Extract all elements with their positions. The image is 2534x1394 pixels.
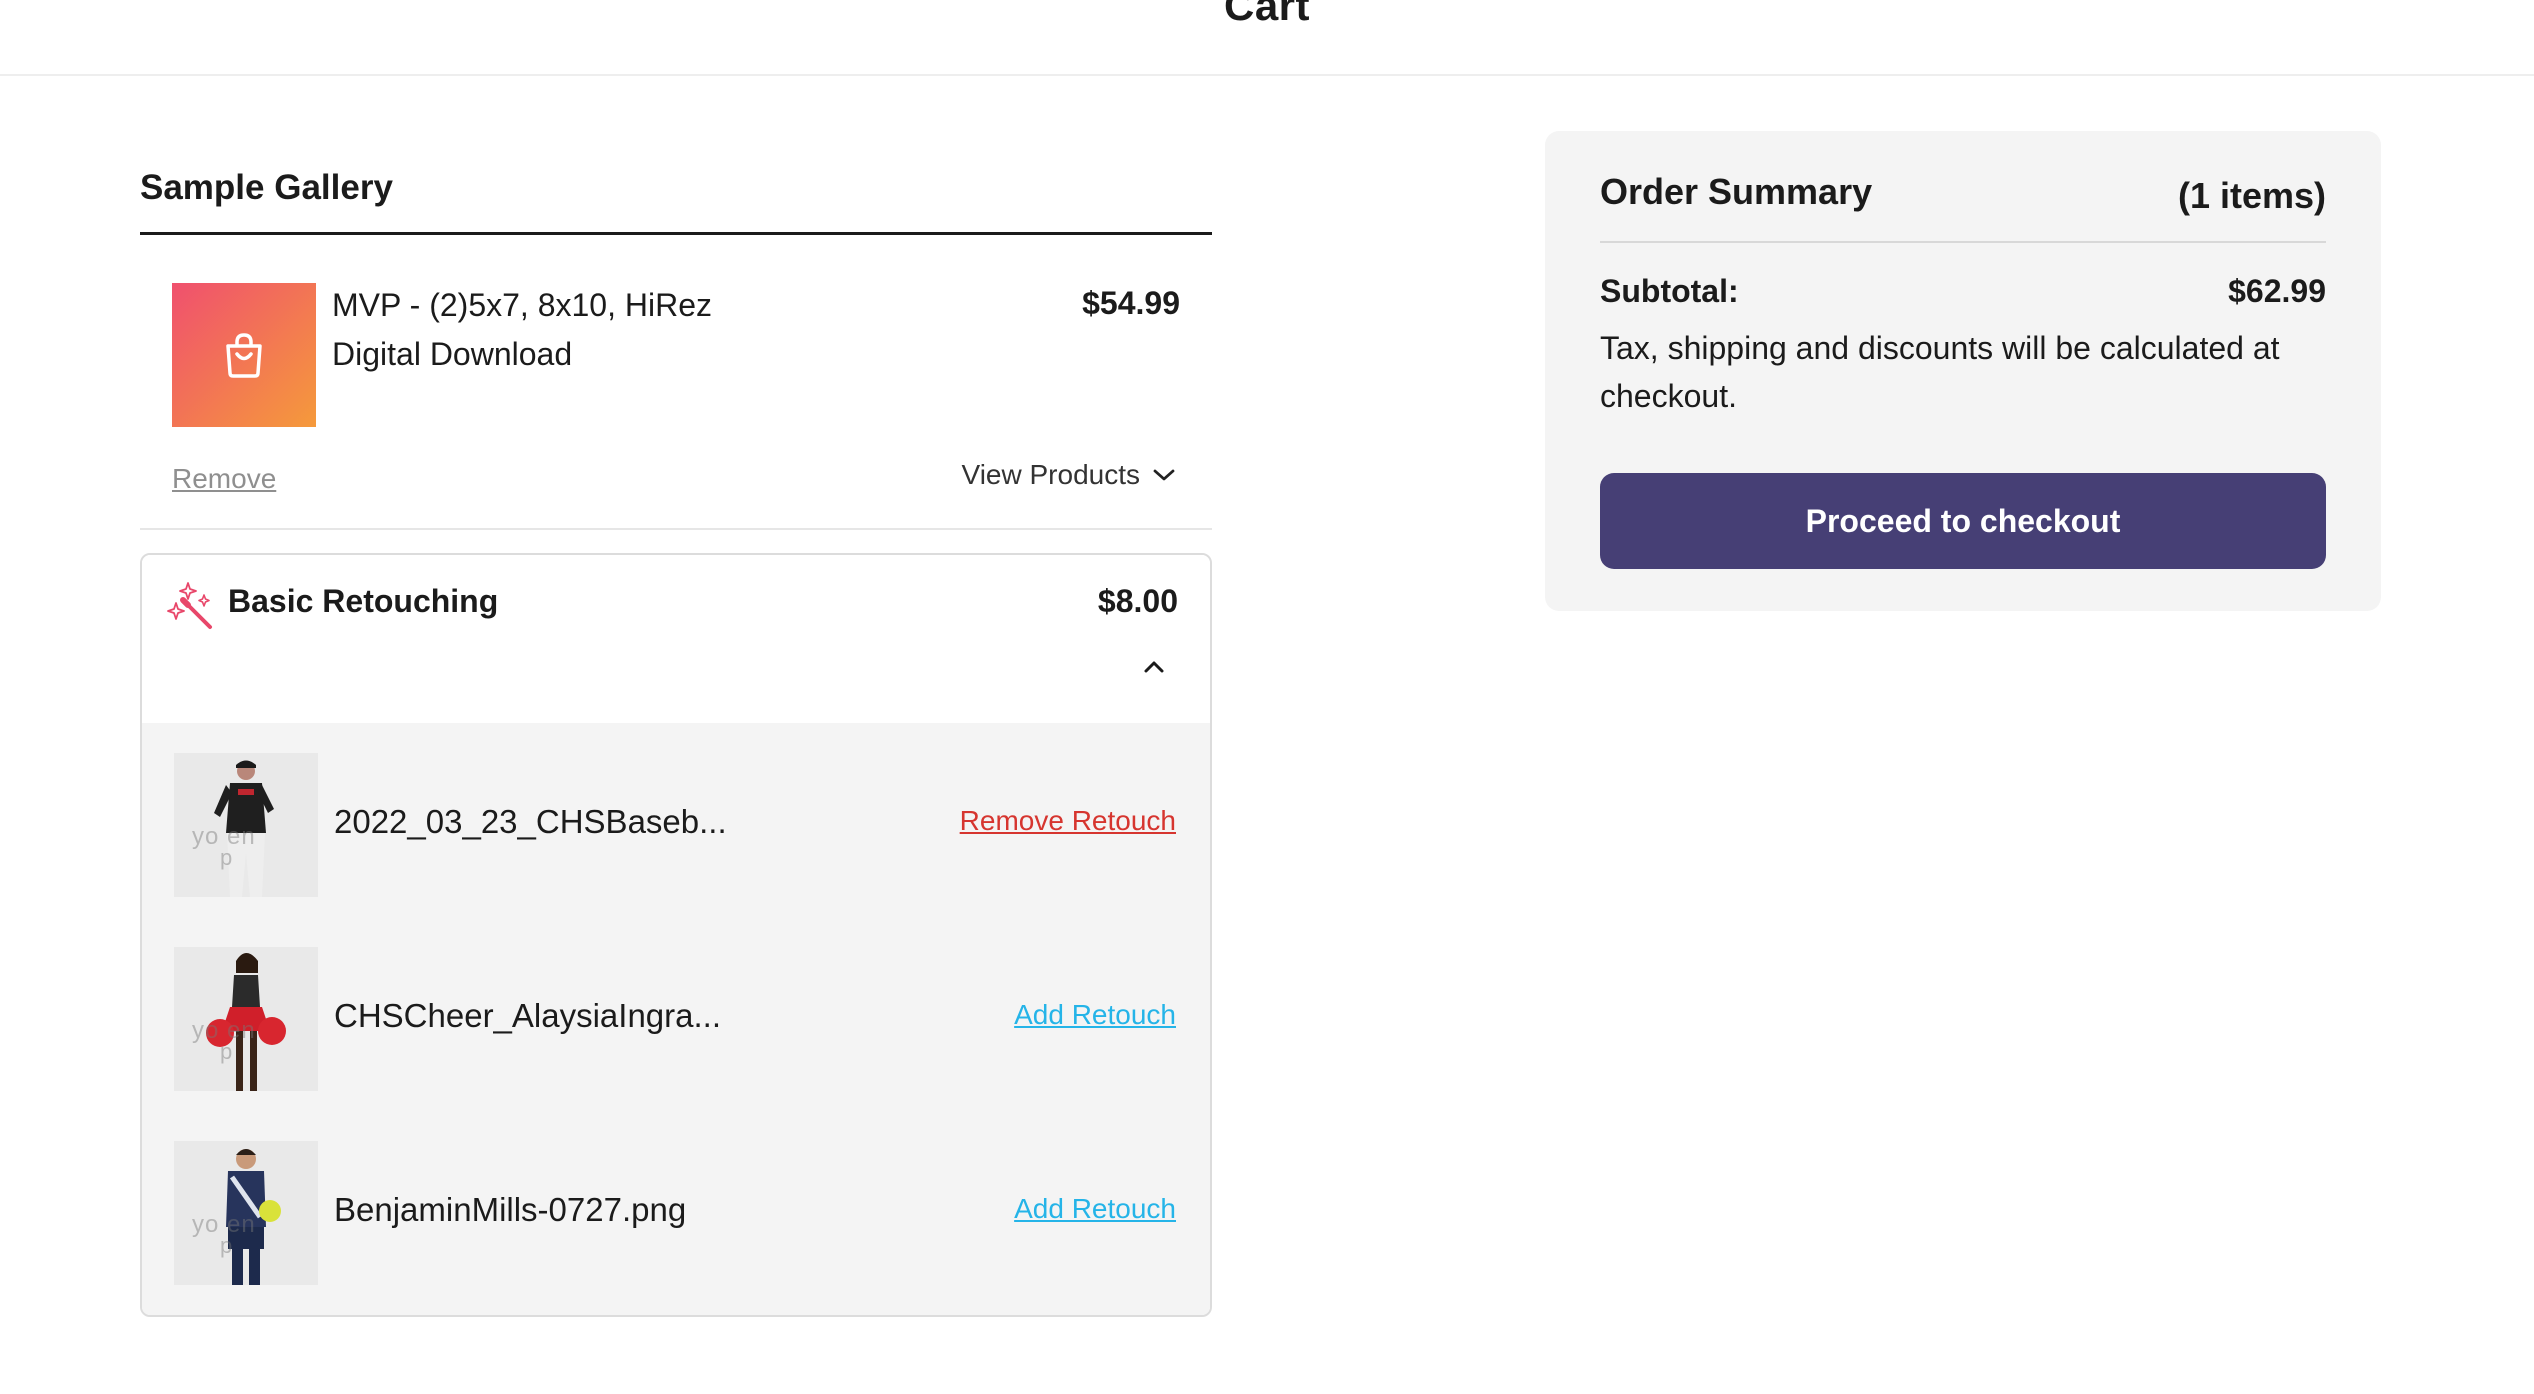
product-price: $54.99	[1082, 285, 1180, 321]
retouch-photo-list: yo en p 2022_03_23_CHSBaseb... Remove Ret…	[142, 723, 1210, 1315]
retouch-photo-row: yo en p 2022_03_23_CHSBaseb... Remove Ret…	[142, 753, 1210, 897]
photo-thumbnail: yo en p	[174, 947, 318, 1091]
order-summary-title: Order Summary	[1600, 171, 1873, 212]
photo-filename: 2022_03_23_CHSBaseb...	[334, 803, 727, 840]
product-name: MVP - (2)5x7, 8x10, HiRez Digital Downlo…	[332, 281, 932, 379]
subtotal-value: $62.99	[2228, 273, 2326, 309]
gallery-section: Sample Gallery	[140, 160, 1212, 235]
chevron-down-icon	[1153, 469, 1175, 481]
subtotal-label: Subtotal:	[1600, 273, 1739, 309]
item-count: (1 items)	[2177, 175, 2326, 216]
add-retouch-link[interactable]: Add Retouch	[1014, 999, 1176, 1031]
remove-retouch-link[interactable]: Remove Retouch	[960, 805, 1176, 837]
tax-note: Tax, shipping and discounts will be calc…	[1600, 330, 2280, 414]
summary-divider	[1600, 241, 2326, 243]
page-title: Cart	[1223, 0, 1311, 29]
retouch-photo-row: yo en p CHSCheer_AlaysiaIngra... Add Reto…	[142, 947, 1210, 1091]
magic-wand-icon	[167, 582, 212, 629]
retouching-card: Basic Retouching $8.00 yo enp 2022_03_2	[140, 553, 1212, 1317]
view-products-label: View Products	[961, 459, 1140, 490]
product-name-line1: MVP - (2)5x7, 8x10, HiRez	[332, 287, 712, 323]
retouching-title: Basic Retouching	[228, 583, 499, 619]
shopping-bag-icon	[226, 333, 262, 378]
photo-filename: CHSCheer_AlaysiaIngra...	[334, 997, 722, 1034]
cart-item: MVP - (2)5x7, 8x10, HiRez Digital Downlo…	[140, 233, 1212, 530]
photo-thumbnail: yo en p	[174, 753, 318, 897]
photo-thumbnail: yo en p	[174, 1141, 318, 1285]
photo-filename: BenjaminMills-0727.png	[334, 1191, 687, 1228]
product-thumbnail	[172, 283, 316, 427]
add-retouch-link[interactable]: Add Retouch	[1014, 1193, 1176, 1225]
product-name-line2: Digital Download	[332, 336, 573, 372]
retouching-price: $8.00	[1097, 583, 1178, 619]
chevron-up-icon[interactable]	[1142, 659, 1166, 675]
view-products-toggle[interactable]: View Products	[962, 459, 1176, 491]
retouching-header: Basic Retouching $8.00	[142, 555, 1210, 723]
remove-item-link[interactable]: Remove	[172, 463, 276, 495]
gallery-title: Sample Gallery	[140, 160, 1212, 235]
proceed-to-checkout-button[interactable]: Proceed to checkout	[1600, 473, 2326, 569]
order-summary: Order Summary (1 items) Subtotal: $62.99…	[1545, 131, 2381, 611]
page-header: Cart	[0, 0, 2534, 76]
retouch-photo-row: yo en p BenjaminMills-0727.png Add Retouc…	[142, 1141, 1210, 1285]
